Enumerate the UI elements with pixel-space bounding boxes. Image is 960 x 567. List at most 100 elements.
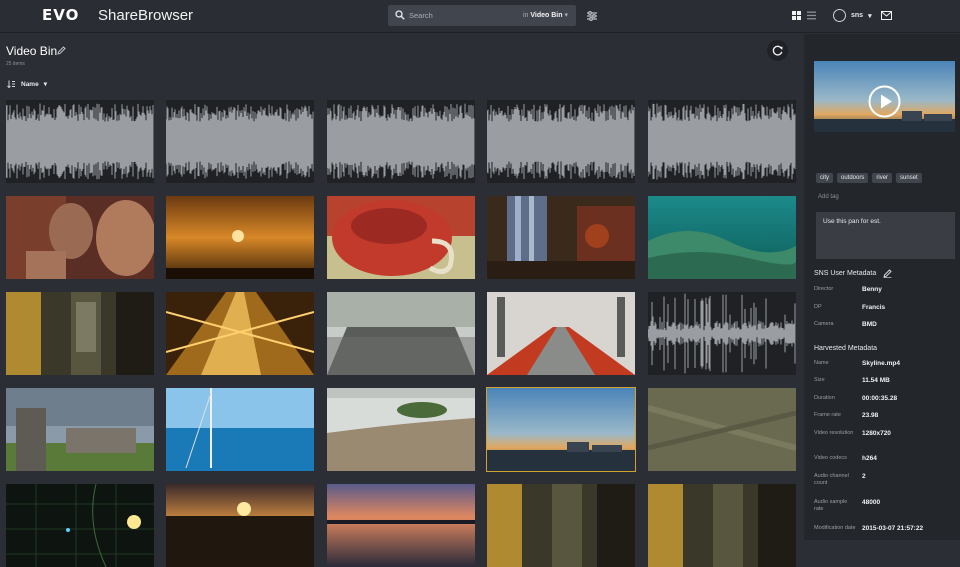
- golden-escalator-image: [166, 292, 314, 375]
- waterfall-image: [487, 196, 635, 279]
- video-thumbnail-moving-walkway[interactable]: [487, 292, 635, 375]
- sort-control[interactable]: Name ▾: [7, 80, 47, 88]
- sort-label: Name: [21, 80, 39, 88]
- refresh-button[interactable]: [767, 40, 788, 61]
- sunset-clouds-image: [166, 196, 314, 279]
- comment-textarea[interactable]: Use this pan for est.: [816, 212, 955, 259]
- tag-list: city outdoors river sunset: [816, 173, 922, 183]
- video-thumbnail-skyline-selected[interactable]: [486, 387, 636, 472]
- edit-title-icon[interactable]: [57, 46, 66, 55]
- waveform-icon: [648, 103, 796, 180]
- metadata-key: Director: [814, 286, 834, 292]
- field-image: [648, 388, 796, 471]
- metadata-key: Frame rate: [814, 412, 841, 418]
- metadata-value: Skyline.mp4: [862, 360, 900, 367]
- tag-chip[interactable]: sunset: [896, 173, 922, 183]
- search-scope-dropdown[interactable]: in Video Bin ▾: [523, 11, 568, 19]
- video-thumbnail-coffee-cup[interactable]: [327, 196, 475, 279]
- metadata-key: Camera: [814, 321, 834, 327]
- search-scope-value: Video Bin: [530, 12, 563, 19]
- video-thumbnail-ruins[interactable]: [6, 388, 154, 471]
- metadata-value: 00:00:35.28: [862, 395, 898, 402]
- metadata-key: Size: [814, 377, 825, 383]
- video-thumbnail-escalator[interactable]: [327, 292, 475, 375]
- metadata-key: DP: [814, 304, 822, 310]
- list-view-icon[interactable]: [807, 11, 816, 20]
- metadata-key: Modification date: [814, 525, 856, 531]
- hallway-image: [648, 484, 796, 567]
- video-thumbnail-field[interactable]: [648, 388, 796, 471]
- metadata-value[interactable]: BMD: [862, 321, 877, 328]
- waveform-icon: [648, 293, 796, 374]
- video-thumbnail-sunset-clouds[interactable]: [166, 196, 314, 279]
- logo-text: EVO: [42, 6, 80, 24]
- beach-image: [327, 388, 475, 471]
- main-content: Video Bin 25 items Name ▾: [0, 34, 804, 567]
- tag-chip[interactable]: city: [816, 173, 833, 183]
- metadata-value[interactable]: Benny: [862, 286, 882, 293]
- metadata-key: Audio sample rate: [814, 499, 848, 512]
- dark-graph-image: [6, 484, 154, 567]
- audio-tile[interactable]: [6, 100, 154, 183]
- video-preview-player[interactable]: [814, 61, 955, 132]
- metadata-value: 1280x720: [862, 430, 891, 437]
- metadata-value[interactable]: Francis: [862, 304, 885, 311]
- search-icon: [395, 10, 405, 20]
- evo-logo[interactable]: EVO: [42, 6, 80, 24]
- video-thumbnail-beach[interactable]: [327, 388, 475, 471]
- tag-chip[interactable]: river: [872, 173, 893, 183]
- metadata-value: h264: [862, 455, 877, 462]
- tag-chip[interactable]: outdoors: [837, 173, 869, 183]
- edit-metadata-icon[interactable]: [883, 269, 892, 278]
- chevron-down-icon: ▾: [868, 12, 872, 20]
- video-thumbnail-hallway-2[interactable]: [487, 484, 635, 567]
- waveform-icon: [166, 104, 314, 179]
- play-icon[interactable]: [868, 85, 901, 118]
- item-count: 25 items: [6, 61, 25, 67]
- video-thumbnail-dusk-lake[interactable]: [327, 484, 475, 567]
- hallway-image: [487, 484, 635, 567]
- filter-sliders-icon[interactable]: [586, 10, 598, 22]
- app-name: ShareBrowser: [98, 7, 194, 24]
- chevron-down-icon: ▾: [43, 81, 47, 88]
- video-thumbnail-dark-chart[interactable]: [6, 484, 154, 567]
- metadata-value: 11.54 MB: [862, 377, 890, 384]
- search-box[interactable]: Search in Video Bin ▾: [388, 5, 576, 26]
- video-thumbnail-face[interactable]: [6, 196, 154, 279]
- audio-tile[interactable]: [648, 292, 796, 375]
- harvested-metadata-heading: Harvested Metadata: [814, 345, 878, 352]
- audio-tile[interactable]: [327, 100, 475, 183]
- audio-tile[interactable]: [648, 100, 796, 183]
- sort-icon: [7, 80, 15, 88]
- add-tag-input[interactable]: Add tag: [818, 194, 839, 200]
- escalator-image: [327, 292, 475, 375]
- video-thumbnail-waterfall[interactable]: [487, 196, 635, 279]
- search-input[interactable]: Search: [409, 11, 433, 20]
- details-panel: city outdoors river sunset Add tag Use t…: [804, 34, 960, 540]
- ruins-image: [6, 388, 154, 471]
- audio-tile[interactable]: [166, 100, 314, 183]
- page-title: Video Bin: [6, 44, 58, 58]
- audio-tile[interactable]: [487, 100, 635, 183]
- avatar-icon: [833, 9, 846, 22]
- metadata-key: Duration: [814, 395, 835, 401]
- metadata-key: Video codecs: [814, 455, 847, 461]
- video-thumbnail-sunset-sea[interactable]: [166, 484, 314, 567]
- video-thumbnail-sailboat[interactable]: [166, 388, 314, 471]
- moving-walkway-image: [487, 292, 635, 375]
- video-thumbnail-hallway[interactable]: [6, 292, 154, 375]
- metadata-value: 23.98: [862, 412, 879, 419]
- face-thumbnail-image: [6, 196, 154, 279]
- dusk-lake-image: [327, 484, 475, 567]
- user-menu[interactable]: sns ▾: [833, 9, 872, 22]
- grid-view-icon[interactable]: [792, 11, 801, 20]
- waveform-icon: [327, 103, 475, 180]
- metadata-key: Video resolution: [814, 430, 854, 436]
- video-thumbnail-golden-escalator[interactable]: [166, 292, 314, 375]
- metadata-key: Name: [814, 360, 829, 366]
- video-thumbnail-hallway-3[interactable]: [648, 484, 796, 567]
- hallway-image: [6, 292, 154, 375]
- video-thumbnail-underwater[interactable]: [648, 196, 796, 279]
- user-metadata-heading: SNS User Metadata: [814, 270, 877, 277]
- mail-icon[interactable]: [881, 11, 892, 20]
